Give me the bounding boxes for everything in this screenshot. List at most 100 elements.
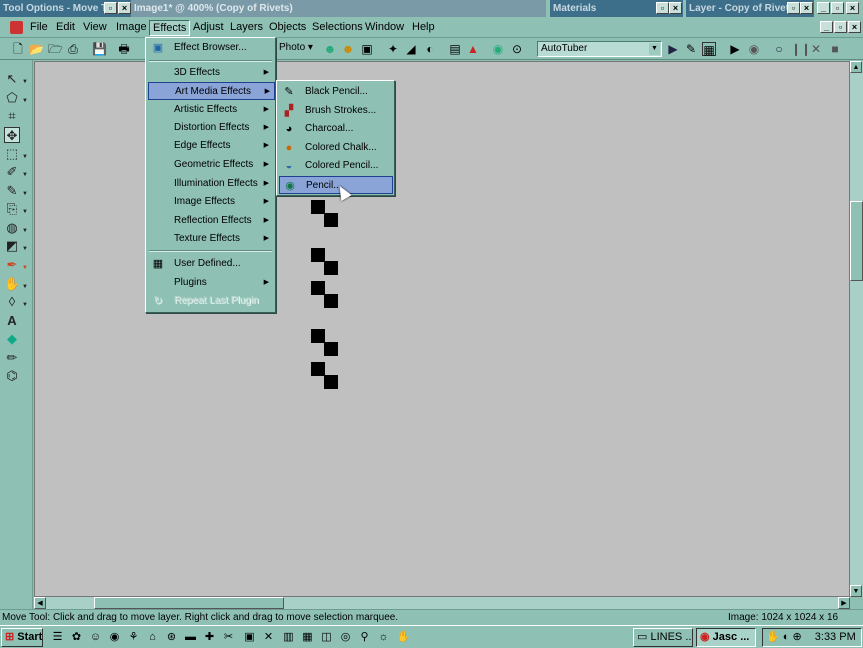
menu-item-charcoal[interactable]: ◕ Charcoal... (279, 120, 392, 138)
save-script-icon[interactable]: ▦ (702, 42, 716, 57)
people-icon[interactable]: ☻ (323, 42, 337, 56)
tool-options-close-button[interactable]: × (118, 2, 131, 14)
materials-close-button[interactable]: × (669, 2, 682, 14)
brightness-icon[interactable]: ◐ (423, 42, 437, 56)
app-icon[interactable] (10, 21, 23, 34)
move-tool-icon[interactable]: ✥ (4, 127, 20, 143)
edit-script-icon[interactable]: ✎ (684, 42, 698, 56)
doc-restore-button[interactable]: ▫ (834, 21, 847, 33)
menu-item-art-media-effects[interactable]: Art Media Effects ▶ (148, 82, 275, 100)
menu-item-colored-chalk[interactable]: ● Colored Chalk... (279, 139, 392, 157)
selection-tool-icon[interactable]: ⬚ ▼ (4, 146, 28, 162)
layer-close-button[interactable]: × (800, 2, 813, 14)
scroll-right-icon[interactable]: ▶ (838, 597, 850, 609)
quicklaunch-icon[interactable]: ⚲ (357, 630, 372, 645)
menu-item-user-defined[interactable]: ▦ User Defined... (148, 255, 273, 273)
menu-item-3d-effects[interactable]: 3D Effects ▶ (148, 64, 273, 82)
tray-globe-icon[interactable]: ⊕ (792, 631, 801, 643)
pen-tool-icon[interactable]: ✏ (4, 350, 20, 366)
histogram-icon[interactable]: ▤ (448, 42, 462, 56)
quicklaunch-icon[interactable]: ▬ (183, 630, 198, 645)
quicklaunch-icon[interactable]: ☰ (50, 630, 65, 645)
clock-icon[interactable]: ⊙ (510, 42, 524, 56)
save-icon[interactable]: 💾 (92, 42, 107, 56)
quicklaunch-icon[interactable]: ◉ (107, 630, 122, 645)
dodge-tool-icon[interactable]: ◊ ▼ (4, 294, 28, 310)
menu-item-effect-browser[interactable]: ▣ Effect Browser... (148, 39, 273, 57)
pointer-tool-icon[interactable]: ↖ ▼ (4, 71, 28, 87)
quicklaunch-icon[interactable]: ✂ (221, 630, 236, 645)
tool-options-restore-button[interactable]: ▫ (104, 2, 117, 14)
tray-network-icon[interactable]: ◐ (783, 631, 790, 643)
menu-objects[interactable]: Objects (266, 20, 309, 36)
pause-icon[interactable]: ❙❙ (791, 42, 811, 56)
quicklaunch-icon[interactable]: ⊛ (164, 630, 179, 645)
preset-shape-tool-icon[interactable]: ⬠ ▼ (4, 90, 28, 106)
scroll-up-icon[interactable]: ▲ (850, 61, 862, 73)
script-toggle-icon[interactable]: ◉ (747, 42, 761, 56)
tool-options-titlebar[interactable]: Tool Options - Move T... ▫ × (0, 0, 131, 17)
browse-icon[interactable]: 🗁 (48, 42, 63, 56)
script-step-icon[interactable]: ▶ (728, 42, 742, 56)
menu-item-texture-effects[interactable]: Texture Effects ▶ (148, 230, 273, 248)
app-minimize-button[interactable]: _ (817, 2, 830, 14)
menu-item-artistic-effects[interactable]: Artistic Effects ▶ (148, 101, 273, 119)
clone-brush-tool-icon[interactable]: ⎘ ▼ (4, 201, 28, 217)
materials-restore-button[interactable]: ▫ (656, 2, 669, 14)
tube-icon[interactable]: ◉ (491, 42, 505, 56)
quicklaunch-icon[interactable]: ⌂ (145, 630, 160, 645)
quicklaunch-icon[interactable]: ⚘ (126, 630, 141, 645)
image-window-titlebar[interactable]: Image1* @ 400% (Copy of Rivets) (131, 0, 546, 17)
paint-brush-tool-icon[interactable]: ✎ ▼ (4, 183, 28, 199)
app-restore-button[interactable]: ▫ (831, 2, 844, 14)
menu-item-colored-pencil[interactable]: ◒ Colored Pencil... (279, 157, 392, 175)
record-icon[interactable]: ○ (772, 42, 786, 56)
menu-item-distortion-effects[interactable]: Distortion Effects ▶ (148, 119, 273, 137)
eraser-tool-icon[interactable]: ◩ ▼ (4, 238, 28, 254)
menu-edit[interactable]: Edit (53, 20, 78, 36)
menu-item-image-effects[interactable]: Image Effects ▶ (148, 193, 273, 211)
materials-titlebar[interactable]: Materials ▫ × (550, 0, 683, 17)
menu-adjust[interactable]: Adjust (190, 20, 227, 36)
doc-minimize-button[interactable]: _ (820, 21, 833, 33)
quicklaunch-icon[interactable]: ✿ (69, 630, 84, 645)
horizontal-scroll-thumb[interactable] (94, 597, 284, 609)
menu-item-plugins[interactable]: Plugins ▶ (148, 274, 273, 292)
preset-shapes-icon[interactable]: ◆ (4, 331, 20, 347)
menu-item-brush-strokes[interactable]: ▞ Brush Strokes... (279, 102, 392, 120)
layer-restore-button[interactable]: ▫ (787, 2, 800, 14)
stop-icon[interactable]: ■ (828, 42, 842, 56)
vertical-scrollbar[interactable]: ▲ ▼ (850, 61, 863, 597)
text-tool-icon[interactable]: A (4, 313, 20, 329)
quicklaunch-icon[interactable]: ✚ (202, 630, 217, 645)
layer-titlebar[interactable]: Layer - Copy of Rivets ▫ × (686, 0, 814, 17)
new-icon[interactable]: 🗋 (11, 42, 25, 56)
photo-dropdown[interactable]: Photo ▾ (276, 41, 316, 57)
vertical-scroll-thumb[interactable] (850, 201, 863, 281)
app-close-button[interactable]: × (846, 2, 859, 14)
menu-view[interactable]: View (80, 20, 110, 36)
quicklaunch-icon[interactable]: ▥ (281, 630, 296, 645)
run-script-icon[interactable]: ▶ (666, 42, 680, 56)
scroll-down-icon[interactable]: ▼ (850, 585, 862, 597)
quicklaunch-icon[interactable]: ▣ (242, 630, 257, 645)
quicklaunch-icon[interactable]: ◎ (338, 630, 353, 645)
dropper-tool-icon[interactable]: ✐ ▼ (4, 164, 28, 180)
quicklaunch-icon[interactable]: ▦ (300, 630, 315, 645)
print-icon[interactable]: 🖶 (117, 42, 131, 56)
people-color-icon[interactable]: ☻ (341, 42, 355, 56)
menu-item-black-pencil[interactable]: ✎ Black Pencil... (279, 83, 392, 101)
doc-close-button[interactable]: × (848, 21, 861, 33)
quicklaunch-icon[interactable]: ☼ (376, 630, 391, 645)
horizontal-scrollbar[interactable]: ◀ ▶ (34, 597, 850, 609)
menu-image[interactable]: Image (113, 20, 150, 36)
taskbar-task-jasc[interactable]: ◉ Jasc ... (696, 628, 756, 647)
scroll-left-icon[interactable]: ◀ (34, 597, 46, 609)
contrast-icon[interactable]: ◢ (404, 42, 418, 56)
quicklaunch-icon[interactable]: ☺ (88, 630, 103, 645)
quicklaunch-icon[interactable]: ✕ (261, 630, 276, 645)
menu-item-geometric-effects[interactable]: Geometric Effects ▶ (148, 156, 273, 174)
tray-hand-icon[interactable]: ✋ (766, 631, 780, 643)
menu-effects[interactable]: Effects (149, 20, 191, 36)
script-dropdown[interactable]: AutoTuber ▼ (537, 41, 662, 57)
